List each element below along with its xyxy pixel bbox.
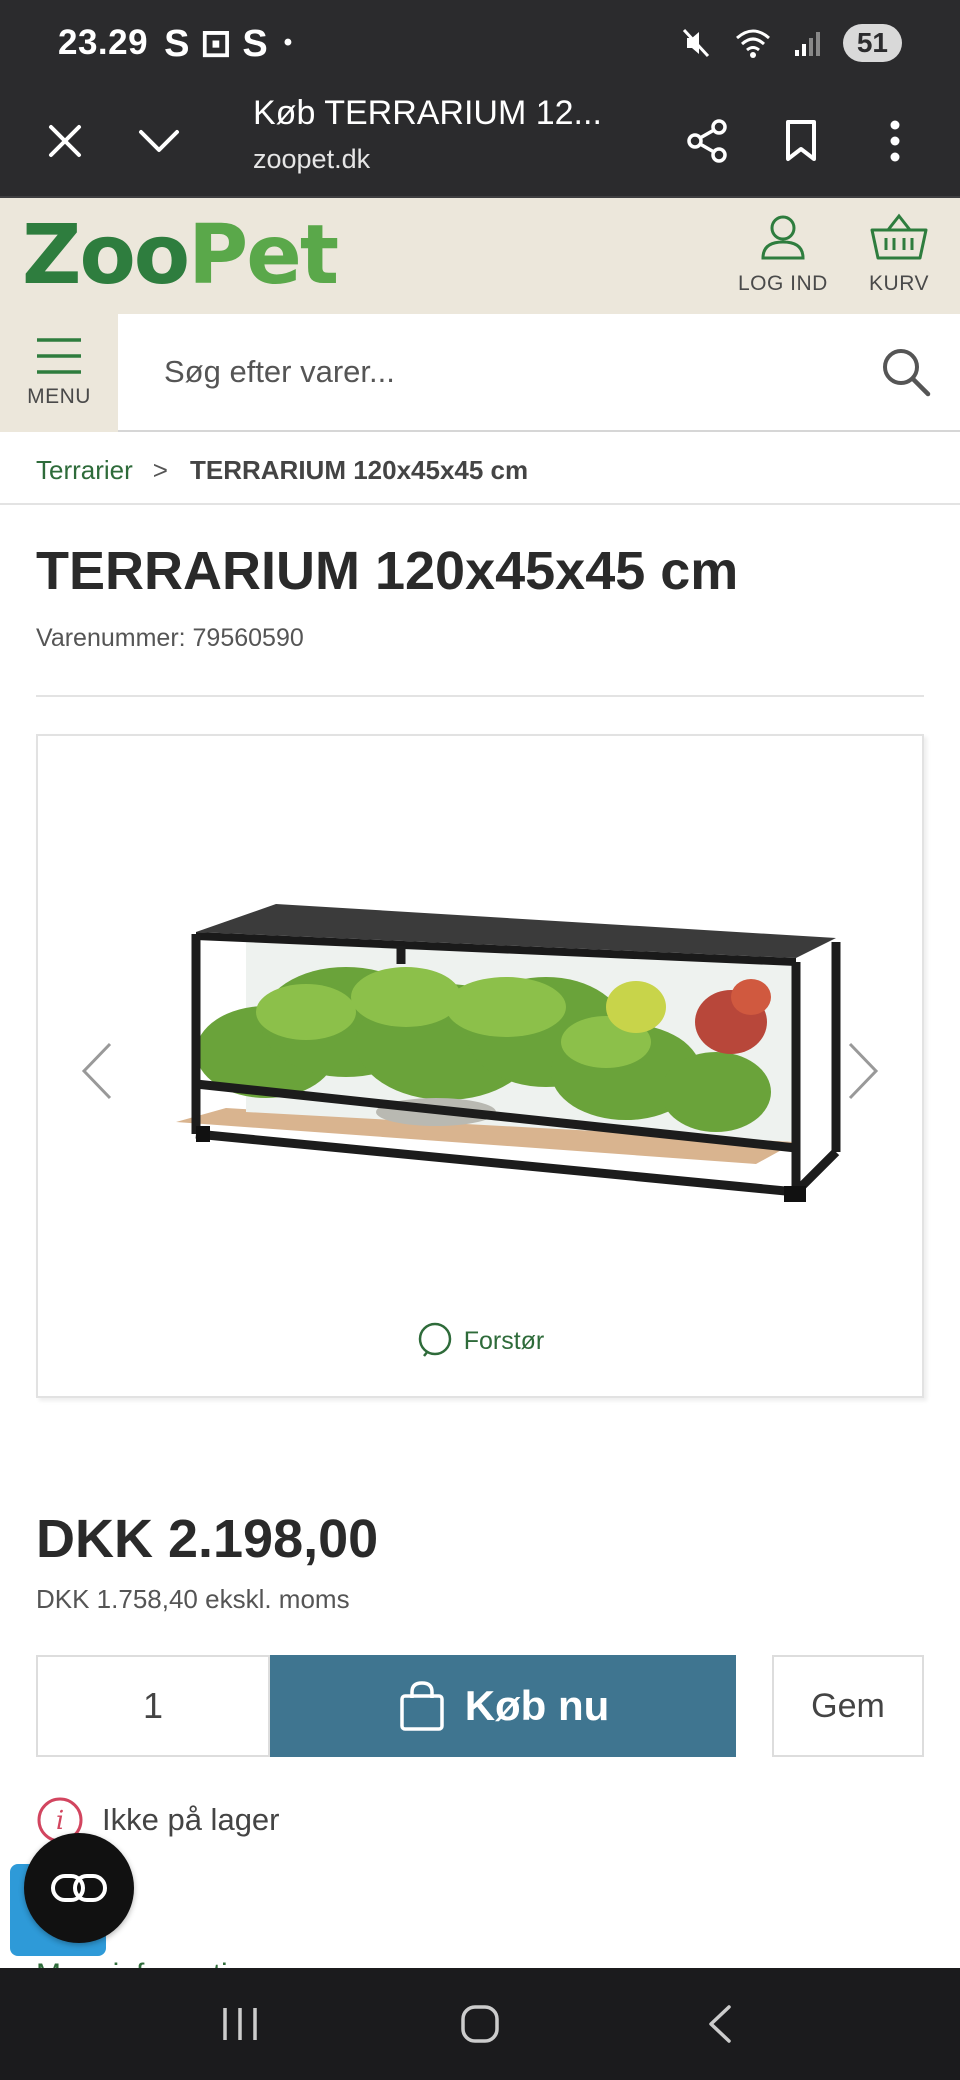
gallery-prev-button[interactable] (72, 1036, 122, 1106)
price-excl-vat: DKK 1.758,40 ekskl. moms (36, 1584, 350, 1614)
close-tab-button[interactable] (30, 106, 100, 176)
shopping-bag-icon (399, 1681, 444, 1731)
close-icon (49, 125, 81, 157)
save-button[interactable]: Gem (772, 1655, 924, 1757)
breadcrumb-current: TERRARIUM 120x45x45 cm (189, 454, 529, 485)
divider (36, 695, 924, 697)
minimize-tab-button[interactable] (124, 106, 194, 176)
more-info-link[interactable]: Mere information (36, 1958, 261, 1968)
cart-button[interactable]: KURV (868, 212, 930, 296)
breadcrumb-separator: > (152, 454, 168, 485)
home-icon (461, 2005, 499, 2043)
login-label: LOG IND (738, 272, 828, 295)
status-time: 23.29 (58, 23, 149, 62)
product-price: DKK 2.198,00 (36, 1509, 379, 1569)
buy-now-label: Køb nu (464, 1682, 610, 1729)
product-gallery: Forstør (36, 734, 924, 1398)
status-bar: 23.29 S ⊡ S • 51 (0, 0, 960, 86)
search-icon (883, 349, 931, 397)
divider (0, 503, 960, 505)
more-vertical-icon (890, 120, 900, 162)
breadcrumb-terrarier[interactable]: Terrarier (36, 455, 133, 486)
notification-glyphs: S ⊡ S (164, 22, 268, 65)
zoom-link[interactable]: Forstør (38, 1320, 922, 1362)
share-icon (687, 119, 727, 163)
stock-label: Ikke på lager (102, 1802, 280, 1837)
chevron-left-icon (81, 1042, 112, 1100)
wifi-icon (735, 29, 770, 58)
mute-icon (682, 28, 709, 58)
user-icon (761, 215, 805, 260)
magnifier-icon (418, 1322, 451, 1357)
site-header: ZooPet LOG IND KURV (0, 198, 960, 314)
status-notification-icons: S ⊡ S • (164, 21, 292, 66)
hamburger-icon (37, 338, 81, 374)
product-sku: Varenummer: 79560590 (36, 624, 304, 652)
system-nav-bar (0, 1968, 960, 2080)
recent-apps-button[interactable] (200, 1984, 280, 2064)
page-title: TERRARIUM 120x45x45 cm (36, 541, 739, 601)
menu-button[interactable]: MENU (0, 314, 118, 432)
share-button[interactable] (672, 106, 742, 176)
svg-text:i: i (56, 1806, 64, 1836)
login-button[interactable]: LOG IND (738, 212, 828, 296)
buy-now-button[interactable]: Køb nu (270, 1655, 736, 1757)
chat-widget-button[interactable] (24, 1833, 134, 1943)
search-bar: MENU (0, 314, 960, 432)
back-button[interactable] (680, 1984, 760, 2064)
chevron-down-icon (139, 130, 179, 152)
notification-dot: • (283, 29, 293, 56)
browser-toolbar: Køb TERRARIUM 12... zoopet.dk (0, 86, 960, 198)
home-button[interactable] (440, 1984, 520, 2064)
product-image[interactable] (156, 902, 846, 1232)
battery-indicator: 51 (842, 24, 902, 62)
back-icon (709, 2005, 731, 2043)
bookmark-icon (786, 120, 816, 161)
chat-icon (51, 1874, 107, 1902)
zoopet-logo[interactable]: ZooPet (22, 212, 339, 300)
recent-apps-icon (223, 2008, 257, 2040)
menu-label: MENU (27, 385, 91, 408)
zoom-label: Forstør (463, 1326, 545, 1355)
more-options-button[interactable] (860, 106, 930, 176)
search-button[interactable] (878, 344, 934, 400)
quantity-input[interactable] (36, 1655, 270, 1757)
page-tab-title: Køb TERRARIUM 12... (253, 94, 602, 132)
bookmark-button[interactable] (766, 106, 836, 176)
url-display[interactable]: zoopet.dk (253, 144, 370, 175)
search-input[interactable] (118, 314, 848, 430)
breadcrumb: Terrarier > TERRARIUM 120x45x45 cm (36, 436, 528, 504)
basket-icon (870, 213, 928, 260)
signal-icon (794, 32, 820, 56)
cart-label: KURV (869, 272, 929, 295)
